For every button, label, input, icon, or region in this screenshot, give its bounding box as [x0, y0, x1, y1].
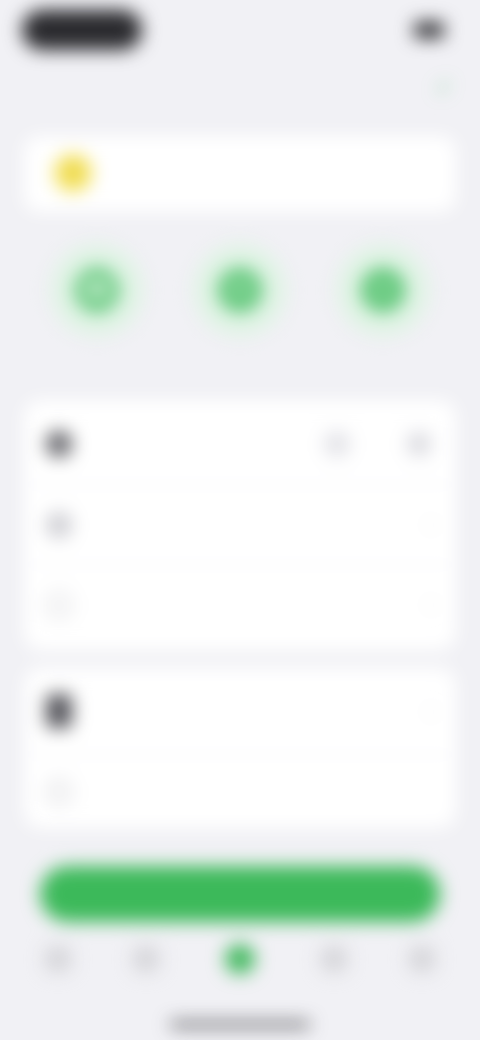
note-icon: ✎: [46, 778, 72, 805]
check-icon[interactable]: ✓: [432, 76, 456, 100]
quick-action-circle[interactable]: ☎: [51, 244, 143, 336]
profile-icon: [409, 946, 435, 972]
passenger-stepper: − +: [322, 429, 434, 459]
quick-action-message[interactable]: ✉: [175, 228, 305, 388]
info-icon: i: [46, 591, 72, 618]
battery-icon: [414, 22, 444, 38]
tip-banner[interactable]: !: [24, 136, 456, 212]
increment-button[interactable]: +: [404, 429, 434, 459]
status-time: [22, 10, 142, 50]
phone-icon: ☎: [75, 268, 119, 312]
status-indicators: [408, 20, 444, 40]
home-indicator: [170, 1022, 310, 1027]
header: ✓: [0, 62, 480, 114]
time-row[interactable]: ◷ ›: [24, 484, 456, 564]
tab-list[interactable]: [98, 934, 194, 1004]
chevron-right-icon: ›: [428, 514, 434, 534]
tab-create[interactable]: [192, 934, 288, 1004]
bulb-icon: !: [54, 154, 92, 192]
note-row[interactable]: ✎: [24, 754, 456, 828]
quick-action-location[interactable]: ⌖: [318, 228, 448, 388]
document-icon: [46, 694, 72, 728]
home-icon: [45, 946, 71, 972]
clock-icon: ◷: [46, 511, 72, 538]
chat-icon: [321, 946, 347, 972]
quick-action-circle[interactable]: ⌖: [337, 244, 429, 336]
notes-card: › ✎: [24, 668, 456, 828]
document-row-text: [88, 708, 428, 714]
quick-action-circle[interactable]: ✉: [194, 244, 286, 336]
quick-action-call[interactable]: ☎: [32, 228, 162, 388]
passenger-row: ● − +: [24, 404, 456, 484]
tab-bar: [0, 934, 480, 1004]
plus-icon: [225, 944, 255, 974]
tab-home[interactable]: [10, 934, 106, 1004]
person-icon: ●: [46, 431, 72, 457]
info-row[interactable]: i ›: [24, 564, 456, 644]
details-card: ● − + ◷ › i ›: [24, 400, 456, 650]
chevron-right-icon: ›: [428, 594, 434, 614]
list-icon: [133, 946, 159, 972]
tab-chat[interactable]: [286, 934, 382, 1004]
tab-profile[interactable]: [374, 934, 470, 1004]
confirm-button[interactable]: [40, 866, 440, 922]
message-icon: ✉: [218, 268, 262, 312]
document-row[interactable]: ›: [24, 668, 456, 754]
quick-actions: ☎ ✉ ⌖: [24, 228, 456, 388]
decrement-button[interactable]: −: [322, 429, 352, 459]
status-bar: [0, 0, 480, 60]
location-icon: ⌖: [361, 268, 405, 312]
chevron-right-icon: ›: [428, 700, 434, 721]
